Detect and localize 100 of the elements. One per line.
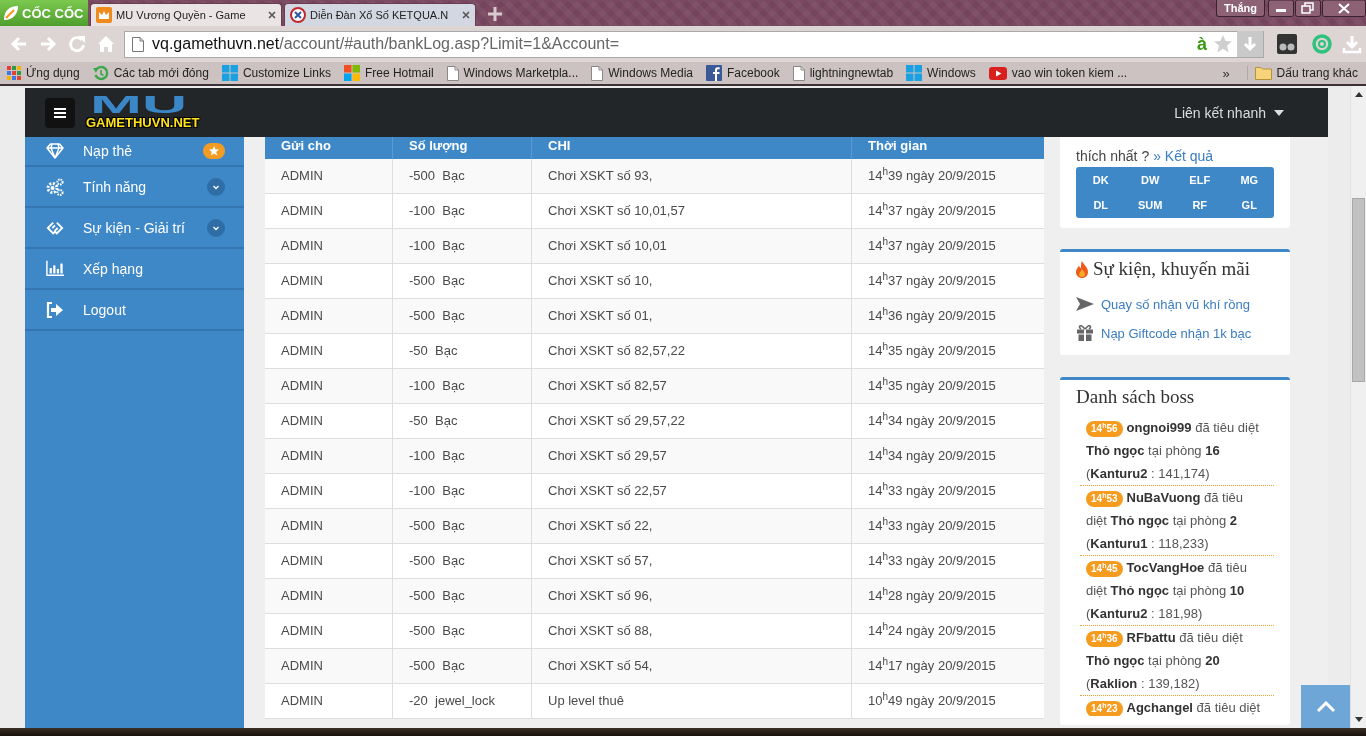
table-cell: ADMIN xyxy=(265,544,393,578)
table-cell: Up level thuê xyxy=(532,684,852,718)
table-cell: -500 Bạc xyxy=(393,544,532,578)
table-cell-text: 14$^{h}$37 ngày 20/9/2015 xyxy=(867,270,997,290)
table-cell: ADMIN xyxy=(265,649,393,683)
flame-icon xyxy=(1076,260,1088,278)
close-window-icon[interactable] xyxy=(1322,0,1366,17)
table-cell: Chơi XSKT số 88, xyxy=(532,614,852,648)
table-cell: ADMIN xyxy=(265,684,393,718)
class-link[interactable]: DK xyxy=(1076,167,1126,193)
table-cell: -500 Bạc xyxy=(393,159,532,193)
extension-icon[interactable] xyxy=(1277,34,1297,54)
scrollbar-thumb[interactable] xyxy=(1352,198,1365,382)
table-cell-text: 14$^{h}$36 ngày 20/9/2015 xyxy=(867,305,997,325)
crown-icon xyxy=(96,7,112,23)
close-icon[interactable] xyxy=(462,11,470,19)
star-icon[interactable] xyxy=(1213,34,1233,54)
table-cell-text: 14$^{h}$28 ngày 20/9/2015 xyxy=(867,585,997,605)
restore-icon[interactable] xyxy=(1295,0,1321,17)
class-link[interactable]: GL xyxy=(1224,192,1274,218)
bookmark-link[interactable]: lightningnewtab xyxy=(792,65,894,81)
results-link[interactable]: » Kết quả xyxy=(1153,146,1214,166)
class-link[interactable]: ELF xyxy=(1175,167,1225,193)
close-icon[interactable] xyxy=(268,11,276,19)
table-cell-text: 14$^{h}$35 ngày 20/9/2015 xyxy=(867,340,997,360)
page-icon xyxy=(792,65,805,81)
sidebar-item[interactable]: Nạp thẻ xyxy=(25,137,244,167)
table-cell: ADMIN xyxy=(265,159,393,193)
sidebar-item[interactable]: Tính năng xyxy=(25,167,244,208)
time-badge: 14$^{h}$23 xyxy=(1086,700,1123,716)
browser-tab[interactable]: MU Vương Quyền - Game xyxy=(90,3,282,26)
page-icon xyxy=(446,65,459,81)
class-link[interactable]: RF xyxy=(1175,192,1225,218)
table-cell: Chơi XSKT số 93, xyxy=(532,159,852,193)
caret-icon xyxy=(1274,109,1284,116)
address-bar[interactable]: vq.gamethuvn.net/account/#auth/bankLog.asp?Limit=1&Account= à xyxy=(124,30,1264,58)
table-cell-text: 14$^{h}$33 ngày 20/9/2015 xyxy=(867,550,997,570)
scroll-up-arrow-icon[interactable] xyxy=(1354,92,1363,97)
history-icon xyxy=(92,65,109,81)
class-link[interactable]: DL xyxy=(1076,192,1126,218)
bar-chart-icon xyxy=(46,260,64,277)
table-cell: ADMIN xyxy=(265,579,393,613)
table-cell: -500 Bạc xyxy=(393,299,532,333)
promo-link[interactable]: Nạp Giftcode nhận 1k bạc xyxy=(1101,325,1252,341)
scroll-down-arrow-icon[interactable] xyxy=(1354,717,1363,722)
table-cell-text: 14$^{h}$33 ngày 20/9/2015 xyxy=(867,515,997,535)
sidebar-item[interactable]: Sự kiện - Giải trí xyxy=(25,208,244,249)
time-badge: 14$^{h}$53 xyxy=(1086,490,1123,507)
bookmark-link[interactable]: Facebook xyxy=(706,65,780,81)
bookmark-link[interactable]: Customize Links xyxy=(221,65,331,81)
plus-icon[interactable] xyxy=(488,7,502,21)
table-cell: -100 Bạc xyxy=(393,369,532,403)
column-header: Thời gian xyxy=(867,137,929,155)
linked-diamonds-icon xyxy=(46,219,64,236)
table-cell: ADMIN xyxy=(265,404,393,438)
table-cell: -100 Bạc xyxy=(393,439,532,473)
table-cell-text: 14$^{h}$35 ngày 20/9/2015 xyxy=(867,375,997,395)
logo-text: GAMETHUVN.NET xyxy=(86,116,200,130)
table-cell: -500 Bạc xyxy=(393,614,532,648)
time-badge: 14$^{h}$45 xyxy=(1086,560,1123,577)
bookmark-link[interactable]: Windows Marketpla... xyxy=(446,65,579,81)
table-cell: ADMIN xyxy=(265,439,393,473)
star-badge-icon xyxy=(203,143,225,159)
class-link[interactable]: DW xyxy=(1125,167,1175,193)
chevron-down-icon xyxy=(207,218,225,237)
time-badge: 14$^{h}$56 xyxy=(1086,420,1123,437)
more-bookmarks-button[interactable]: » xyxy=(1218,65,1234,81)
card-title: Danh sách boss xyxy=(1076,385,1195,409)
table-cell: Chơi XSKT số 22, xyxy=(532,509,852,543)
bookmark-link[interactable]: Free Hotmail xyxy=(343,65,434,81)
lottery-ball-icon xyxy=(290,7,306,23)
bookmark-link[interactable]: vao win token kiem ... xyxy=(988,66,1128,80)
bookmark-link[interactable]: Các tab mới đóng xyxy=(92,65,209,81)
chevron-down-icon xyxy=(207,177,225,196)
bookmark-link[interactable]: Windows xyxy=(906,65,976,81)
bookmark-link[interactable]: Ứng dụng xyxy=(7,66,80,80)
table-cell: -100 Bạc xyxy=(393,194,532,228)
class-prompt: thích nhất ? xyxy=(1076,147,1150,166)
input-method-toggle[interactable]: à xyxy=(1197,34,1207,54)
menu-button[interactable] xyxy=(45,97,75,128)
table-cell: -500 Bạc xyxy=(393,579,532,613)
profile-button[interactable]: Thắng xyxy=(1216,0,1265,17)
quick-links-menu[interactable]: Liên kết nhanh xyxy=(1174,104,1284,121)
table-cell: Chơi XSKT số 10, xyxy=(532,264,852,298)
bookmark-link[interactable]: Windows Media xyxy=(591,65,693,81)
time-badge: 14$^{h}$36 xyxy=(1086,630,1123,647)
promo-link[interactable]: Quay số nhận vũ khí rồng xyxy=(1101,296,1250,312)
browser-tab[interactable]: Diễn Đàn Xổ Số KETQUA.N xyxy=(284,3,476,26)
class-link[interactable]: MG xyxy=(1224,167,1274,193)
table-cell: Chơi XSKT số 01, xyxy=(532,299,852,333)
class-link[interactable]: SUM xyxy=(1125,192,1175,218)
bookmark-folder[interactable]: Dấu trang khác xyxy=(1246,66,1358,80)
table-cell: -500 Bạc xyxy=(393,509,532,543)
table-cell-text: 14$^{h}$37 ngày 20/9/2015 xyxy=(867,200,997,220)
table-cell: Chơi XSKT số 82,57 xyxy=(532,369,852,403)
table-cell-text: 14$^{h}$37 ngày 20/9/2015 xyxy=(867,235,997,255)
table-cell: Chơi XSKT số 10,01 xyxy=(532,229,852,263)
table-cell: -100 Bạc xyxy=(393,474,532,508)
browser-menu-button[interactable]: CỐC CỐC xyxy=(0,0,88,26)
minimize-icon[interactable] xyxy=(1268,0,1294,17)
